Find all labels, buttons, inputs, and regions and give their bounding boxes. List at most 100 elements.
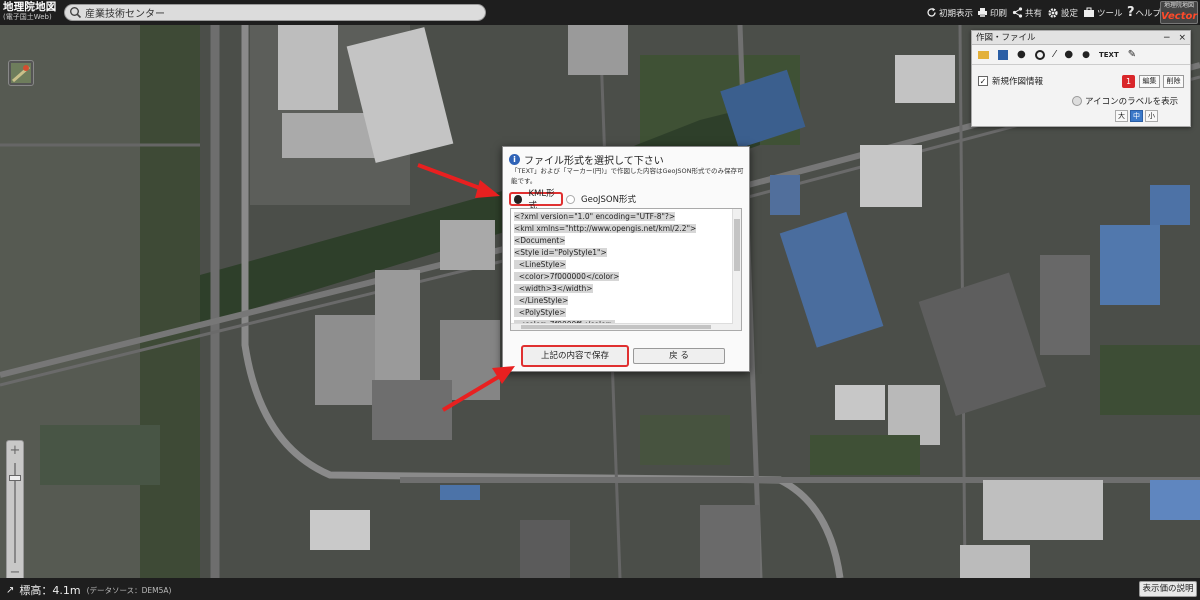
- zoom-slider[interactable]: + −: [6, 440, 24, 578]
- share-icon: [1012, 7, 1023, 18]
- dot-icon[interactable]: ●: [1082, 50, 1090, 60]
- edit-layer-button[interactable]: 編集: [1139, 75, 1160, 88]
- edit-icon[interactable]: ✎: [1128, 49, 1136, 60]
- legend-button[interactable]: 表示価の説明: [1139, 581, 1197, 597]
- code-line: <width>3</width>: [514, 283, 729, 295]
- kml-radio[interactable]: [514, 194, 523, 204]
- zoom-out-button[interactable]: −: [7, 565, 23, 578]
- code-line-text: <color>7f000000</color>: [514, 272, 620, 281]
- help-icon: ?: [1127, 5, 1135, 20]
- panel-header[interactable]: 作図・ファイル − ×: [972, 31, 1190, 45]
- layers-icon: [11, 63, 31, 83]
- code-line: <Document>: [514, 235, 729, 247]
- search-box[interactable]: [64, 4, 486, 21]
- settings-button[interactable]: 設定: [1047, 4, 1078, 21]
- vertical-scroll-thumb[interactable]: [734, 219, 740, 271]
- help-button[interactable]: ? ヘルプ: [1127, 4, 1161, 21]
- reset-view-button[interactable]: 初期表示: [926, 4, 973, 21]
- feature-count-badge: 1: [1122, 75, 1135, 88]
- code-line: <PolyStyle>: [514, 307, 729, 319]
- icon-label-toggle[interactable]: アイコンのラベルを表示: [1072, 95, 1178, 107]
- code-line: <Style id="PolyStyle1">: [514, 247, 729, 259]
- circle-icon[interactable]: [1034, 49, 1045, 60]
- zoom-in-button[interactable]: +: [7, 443, 23, 458]
- reset-view-label: 初期表示: [939, 8, 974, 19]
- share-label: 共有: [1025, 8, 1043, 19]
- size-large-button[interactable]: 大: [1115, 110, 1128, 122]
- layer-row[interactable]: ✓ 新規作図情報: [978, 75, 1043, 87]
- code-line: <LineStyle>: [514, 259, 729, 271]
- dialog-title: ファイル形式を選択して下さい: [524, 156, 664, 167]
- code-line-text: <Document>: [514, 236, 566, 245]
- bottom-bar: ↗ 標高： 4.1m (データソース：DEM5A) 表示価の説明: [0, 578, 1200, 600]
- horizontal-scroll-thumb[interactable]: [521, 325, 711, 329]
- geojson-option[interactable]: GeoJSON形式: [566, 192, 636, 206]
- search-icon[interactable]: [69, 6, 82, 19]
- share-button[interactable]: 共有: [1012, 4, 1042, 21]
- data-source: (データソース：DEM5A): [86, 585, 172, 595]
- minimize-icon[interactable]: −: [1163, 33, 1171, 43]
- code-line: <?xml version="1.0" encoding="UTF-8"?>: [514, 211, 729, 223]
- size-small-button[interactable]: 小: [1145, 110, 1158, 122]
- save-button[interactable]: 上記の内容で保存: [521, 345, 629, 367]
- label-size-selector: 大 中 小: [1115, 110, 1158, 122]
- geojson-option-label: GeoJSON形式: [581, 195, 636, 205]
- search-input[interactable]: [85, 5, 480, 20]
- panel-title: 作図・ファイル: [976, 33, 1036, 43]
- vertical-scrollbar[interactable]: [732, 209, 741, 330]
- layer-checkbox[interactable]: ✓: [978, 76, 988, 86]
- print-icon: [978, 8, 987, 17]
- print-label: 印刷: [990, 8, 1008, 19]
- elevation-readout: ↗ 標高： 4.1m (データソース：DEM5A): [6, 582, 171, 598]
- close-icon[interactable]: ×: [1178, 33, 1186, 43]
- folder-icon[interactable]: [978, 50, 989, 59]
- code-lines: <?xml version="1.0" encoding="UTF-8"?> <k…: [514, 211, 729, 330]
- code-line-text: </LineStyle>: [514, 296, 569, 305]
- layers-button[interactable]: [8, 60, 34, 86]
- save-icon[interactable]: [998, 49, 1008, 60]
- code-line-text: <LineStyle>: [514, 260, 566, 269]
- back-button[interactable]: 戻 る: [633, 348, 725, 364]
- code-line: <kml xmlns="http://www.opengis.net/kml/2…: [514, 223, 729, 235]
- kml-option[interactable]: KML形式: [509, 189, 563, 211]
- vector-badge-text: Vector: [1161, 11, 1198, 22]
- vector-badge-top: 地理院地図: [1163, 2, 1194, 9]
- horizontal-scrollbar[interactable]: [511, 323, 733, 330]
- text-tool[interactable]: TEXT: [1099, 51, 1119, 59]
- icon-label-text: アイコンのラベルを表示: [1085, 97, 1179, 107]
- tools-label: ツール: [1097, 8, 1123, 19]
- draw-toolbar: ● ⁄ ● ● TEXT ✎: [972, 45, 1190, 65]
- icon-label-radio[interactable]: [1072, 96, 1082, 106]
- vector-badge[interactable]: 地理院地図 Vector: [1160, 1, 1198, 24]
- layer-name: 新規作図情報: [992, 77, 1044, 87]
- size-medium-button[interactable]: 中: [1130, 110, 1143, 122]
- crosshair-arrow-icon: ↗: [6, 584, 15, 596]
- elevation-label: 標高：: [19, 584, 53, 597]
- marker-icon[interactable]: ●: [1017, 49, 1026, 60]
- gear-icon: [1048, 7, 1058, 18]
- polygon-icon[interactable]: ●: [1064, 49, 1073, 60]
- print-button[interactable]: 印刷: [977, 4, 1007, 21]
- line-icon[interactable]: ⁄: [1054, 49, 1056, 60]
- logo-title: 地理院地図: [3, 1, 57, 13]
- refresh-icon: [927, 7, 936, 17]
- info-icon: i: [509, 154, 520, 165]
- geojson-radio[interactable]: [566, 194, 575, 204]
- settings-label: 設定: [1061, 8, 1079, 19]
- toolbox-icon: [1084, 7, 1094, 17]
- code-line-text: <?xml version="1.0" encoding="UTF-8"?>: [514, 212, 676, 221]
- zoom-handle[interactable]: [9, 475, 21, 481]
- kml-output-textarea[interactable]: <?xml version="1.0" encoding="UTF-8"?> <k…: [510, 208, 742, 331]
- dialog-note: 「TEXT」および「マーカー(円)」で作図した内容はGeoJSON形式でのみ保存…: [511, 167, 744, 185]
- code-line-text: <PolyStyle>: [514, 308, 566, 317]
- help-label: ヘルプ: [1135, 8, 1162, 19]
- delete-layer-button[interactable]: 削除: [1163, 75, 1184, 88]
- tools-button[interactable]: ツール: [1083, 4, 1123, 21]
- code-line: </LineStyle>: [514, 295, 729, 307]
- elevation-value: 4.1m: [52, 583, 81, 597]
- file-format-dialog: i ファイル形式を選択して下さい 「TEXT」および「マーカー(円)」で作図した…: [502, 146, 750, 372]
- dialog-title-row: i ファイル形式を選択して下さい: [509, 152, 664, 167]
- code-line-text: <width>3</width>: [514, 284, 593, 293]
- code-line: <color>7f000000</color>: [514, 271, 729, 283]
- site-logo[interactable]: 地理院地図 (電子国土Web): [3, 1, 59, 24]
